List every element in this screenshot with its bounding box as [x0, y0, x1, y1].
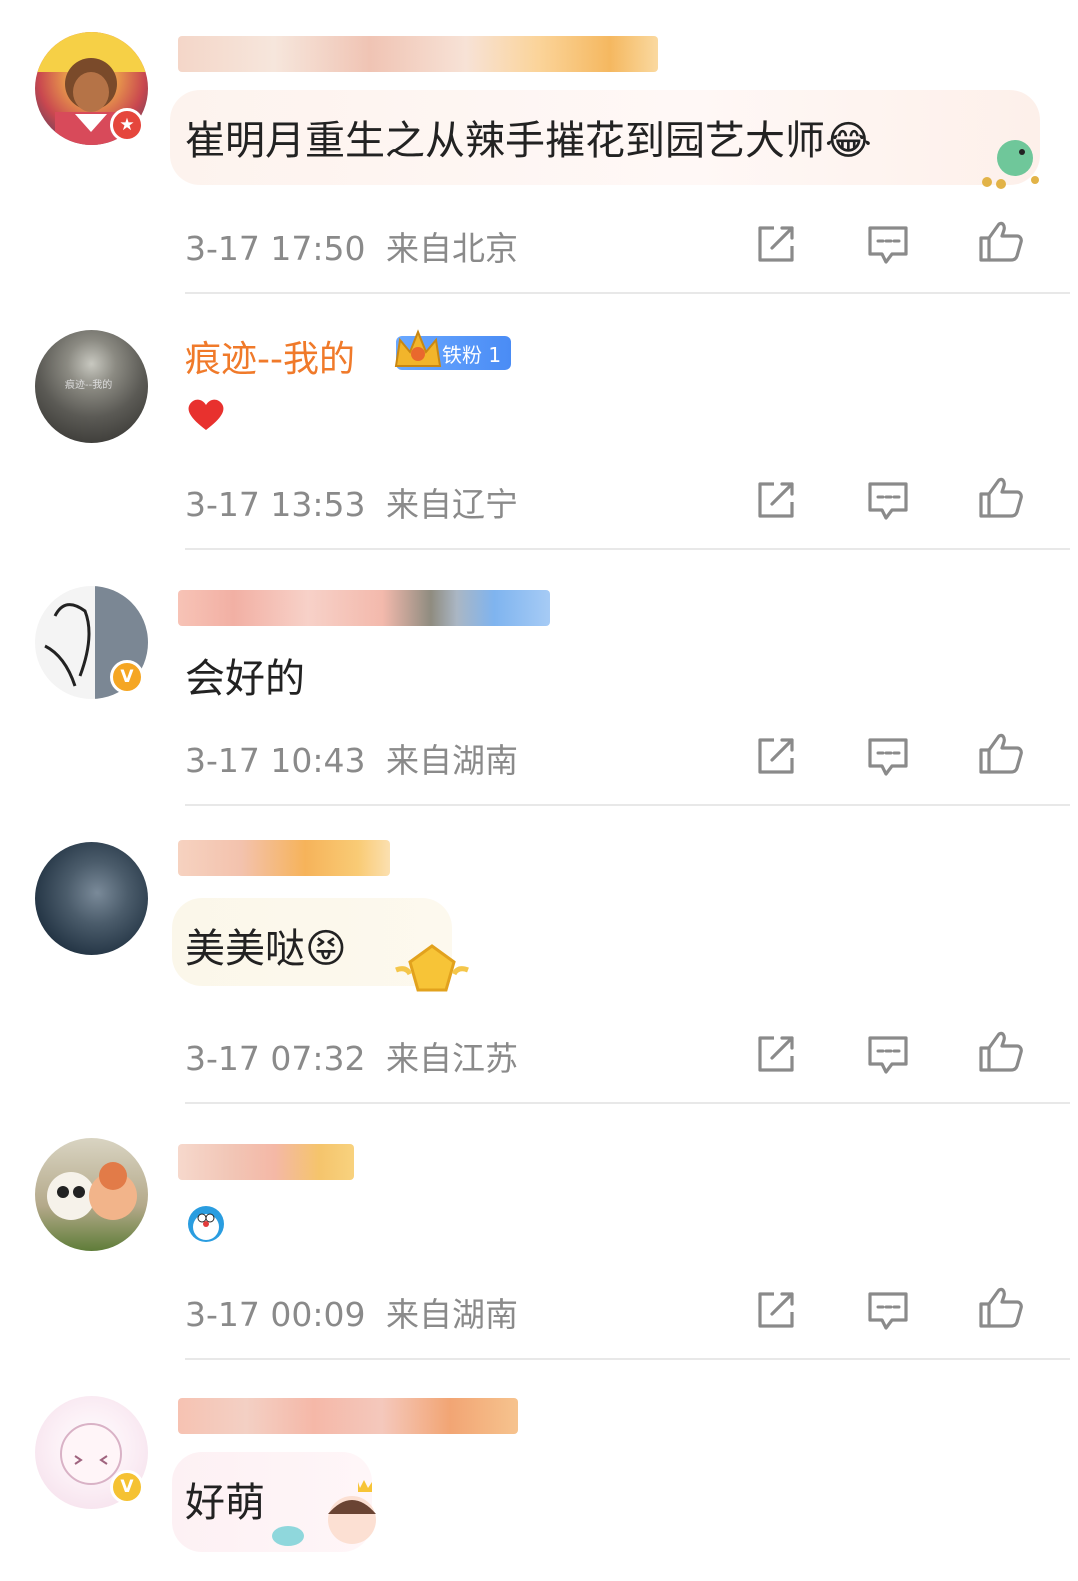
- fan-level-badge[interactable]: 铁粉 1: [394, 329, 512, 370]
- reply-button[interactable]: [864, 1286, 912, 1334]
- like-button[interactable]: [977, 1284, 1025, 1332]
- comment-icon: [868, 1036, 908, 1074]
- reply-button[interactable]: [864, 1030, 912, 1078]
- chibi-boy-sticker-icon: [272, 1480, 376, 1546]
- comment-text: 好萌: [185, 1480, 265, 1526]
- share-button[interactable]: [752, 220, 800, 268]
- reply-button[interactable]: [864, 220, 912, 268]
- username-blurred[interactable]: [178, 590, 550, 626]
- comment-location: 来自北京: [386, 229, 518, 268]
- avatar[interactable]: [35, 842, 148, 955]
- avatar[interactable]: 痕迹--我的: [35, 330, 148, 443]
- verified-badge-icon: V: [110, 1470, 144, 1504]
- like-button[interactable]: [977, 474, 1025, 522]
- comment-item: 3-17 00:09 来自湖南: [0, 1104, 1078, 1360]
- heart-emoji-icon: [188, 399, 224, 430]
- comment-text: 会好的: [185, 656, 305, 702]
- fan-badge-label: 铁粉 1: [442, 342, 502, 367]
- comment-time: 3-17 17:50: [185, 229, 366, 268]
- username-blurred[interactable]: [178, 36, 658, 72]
- like-button[interactable]: [977, 218, 1025, 266]
- comment-time: 3-17 07:32: [185, 1039, 366, 1078]
- share-button[interactable]: [752, 1286, 800, 1334]
- comment-location: 来自江苏: [386, 1039, 518, 1078]
- thumbs-up-icon: [979, 477, 1023, 518]
- thumbs-up-icon: [979, 733, 1023, 774]
- thumbs-up-icon: [979, 221, 1023, 262]
- thumbs-up-icon: [979, 1287, 1023, 1328]
- comment-item: 痕迹--我的 痕迹--我的 铁粉 1 3-17 13:53 来自辽宁: [0, 294, 1078, 550]
- comment-meta: 3-17 13:53 来自辽宁: [185, 478, 518, 526]
- comment-icon: [868, 1292, 908, 1330]
- like-button[interactable]: [977, 730, 1025, 778]
- comment-icon: [868, 226, 908, 264]
- avatar[interactable]: [35, 1138, 148, 1251]
- comment-location: 来自湖南: [386, 741, 518, 780]
- gem-medal-icon: [395, 944, 469, 992]
- comment-text: 崔明月重生之从辣手摧花到园艺大师😂: [185, 118, 872, 164]
- comment-text: 美美哒😝: [185, 926, 347, 972]
- share-icon: [758, 482, 794, 518]
- share-button[interactable]: [752, 1030, 800, 1078]
- like-button[interactable]: [977, 1028, 1025, 1076]
- comment-item: V 会好的 3-17 10:43 来自湖南: [0, 550, 1078, 806]
- share-button[interactable]: [752, 476, 800, 524]
- comment-meta: 3-17 10:43 来自湖南: [185, 734, 518, 782]
- plush-dolls-avatar-image: [47, 1162, 137, 1220]
- comment-meta: 3-17 07:32 来自江苏: [185, 1032, 518, 1080]
- avatar-caption: 痕迹--我的: [65, 380, 113, 391]
- share-icon: [758, 738, 794, 774]
- username-blurred[interactable]: [178, 1398, 518, 1434]
- comment-location: 来自湖南: [386, 1295, 518, 1334]
- thumbs-up-icon: [979, 1031, 1023, 1072]
- comment-item: ★ 崔明月重生之从辣手摧花到园艺大师😂 3-17 17:50 来自北京: [0, 0, 1078, 294]
- comment-time: 3-17 00:09: [185, 1295, 366, 1334]
- comment-icon: [868, 482, 908, 520]
- username-blurred[interactable]: [178, 1144, 354, 1180]
- doraemon-emoji-icon: [188, 1206, 224, 1242]
- share-icon: [758, 226, 794, 262]
- reply-button[interactable]: [864, 732, 912, 780]
- share-icon: [758, 1036, 794, 1072]
- crown-icon: [394, 329, 442, 367]
- dragon-sticker-icon: [982, 140, 1039, 189]
- comment-time: 3-17 13:53: [185, 485, 366, 524]
- share-button[interactable]: [752, 732, 800, 780]
- username[interactable]: 痕迹--我的: [185, 330, 355, 382]
- verified-badge-icon: V: [110, 660, 144, 694]
- comment-meta: 3-17 00:09 来自湖南: [185, 1288, 518, 1336]
- reply-button[interactable]: [864, 476, 912, 524]
- comment-time: 3-17 10:43: [185, 741, 366, 780]
- user-badge-icon: ★: [110, 108, 144, 142]
- comment-item: V 好萌: [0, 1360, 1078, 1581]
- share-icon: [758, 1292, 794, 1328]
- comment-icon: [868, 738, 908, 776]
- comment-location: 来自辽宁: [386, 485, 518, 524]
- comment-meta: 3-17 17:50 来自北京: [185, 222, 518, 270]
- username-blurred[interactable]: [178, 840, 390, 876]
- comment-item: 美美哒😝 3-17 07:32 来自江苏: [0, 806, 1078, 1104]
